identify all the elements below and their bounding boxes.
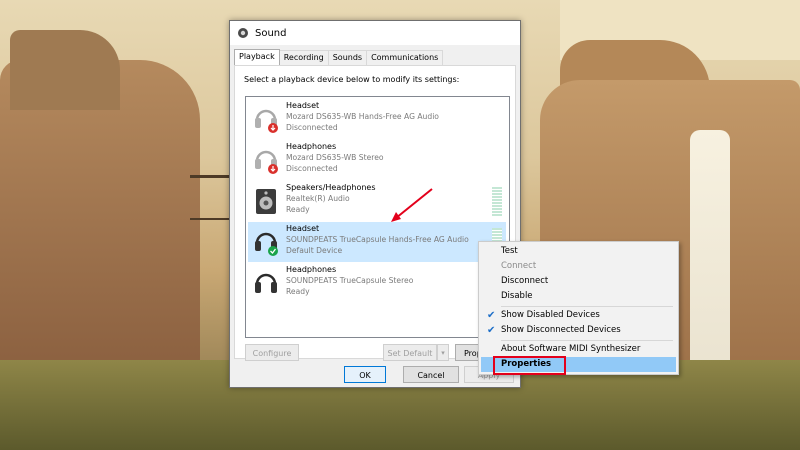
- device-status: Disconnected: [286, 123, 338, 132]
- device-item[interactable]: Speakers/Headphones Realtek(R) Audio Rea…: [248, 181, 506, 221]
- window-title: Sound: [255, 27, 287, 39]
- checkmark-icon: ✔: [487, 310, 496, 321]
- configure-button[interactable]: Configure: [245, 344, 299, 361]
- menu-separator: [501, 306, 673, 307]
- menu-item-about-midi[interactable]: About Software MIDI Synthesizer: [481, 342, 676, 357]
- menu-item-disconnect[interactable]: Disconnect: [481, 274, 676, 289]
- title-bar[interactable]: Sound: [230, 21, 520, 45]
- wallpaper-cliff-top: [10, 30, 120, 110]
- wallpaper-bridge: [190, 175, 230, 220]
- headphones-icon: [255, 273, 277, 293]
- menu-item-show-disconnected-devices[interactable]: ✔ Show Disconnected Devices: [481, 323, 676, 338]
- device-name: Headset: [286, 101, 320, 110]
- device-name: Headphones: [286, 265, 337, 274]
- set-default-dropdown-arrow[interactable]: ▾: [437, 344, 449, 361]
- menu-item-test[interactable]: Test: [481, 244, 676, 259]
- tab-communications[interactable]: Communications: [366, 50, 444, 65]
- device-name: Headphones: [286, 142, 337, 151]
- tab-strip: Playback Recording Sounds Communications: [234, 49, 444, 66]
- device-item[interactable]: Headphones SOUNDPEATS TrueCapsule Stereo…: [248, 263, 506, 303]
- device-item-selected[interactable]: Headset SOUNDPEATS TrueCapsule Hands-Fre…: [248, 222, 506, 262]
- headset-default-icon: [255, 232, 278, 256]
- tab-recording[interactable]: Recording: [278, 50, 329, 65]
- device-name: Speakers/Headphones: [286, 183, 376, 192]
- menu-separator: [501, 340, 673, 341]
- context-menu: Test Connect Disconnect Disable ✔ Show D…: [478, 241, 679, 375]
- headphones-disconnected-icon: [255, 150, 278, 174]
- device-status: Ready: [286, 205, 310, 214]
- cancel-button[interactable]: Cancel: [403, 366, 459, 383]
- annotation-highlight-box: [493, 356, 566, 375]
- device-status: Disconnected: [286, 164, 338, 173]
- device-item[interactable]: Headset Mozard DS635-WB Hands-Free AG Au…: [248, 99, 506, 139]
- menu-item-show-disabled-devices[interactable]: ✔ Show Disabled Devices: [481, 308, 676, 323]
- device-description: SOUNDPEATS TrueCapsule Hands-Free AG Aud…: [286, 235, 469, 244]
- device-item[interactable]: Headphones Mozard DS635-WB Stereo Discon…: [248, 140, 506, 180]
- checkmark-icon: ✔: [487, 325, 496, 336]
- instruction-text: Select a playback device below to modify…: [244, 75, 460, 84]
- speaker-app-icon: [238, 28, 248, 38]
- headset-disconnected-icon: [255, 109, 278, 133]
- device-name: Headset: [286, 224, 320, 233]
- device-description: Realtek(R) Audio: [286, 194, 350, 203]
- wallpaper-waterfall: [690, 130, 730, 390]
- playback-panel: Select a playback device below to modify…: [234, 65, 516, 361]
- tab-playback[interactable]: Playback: [234, 49, 280, 66]
- device-description: Mozard DS635-WB Stereo: [286, 153, 384, 162]
- device-description: SOUNDPEATS TrueCapsule Stereo: [286, 276, 414, 285]
- set-default-button[interactable]: Set Default: [383, 344, 437, 361]
- device-list[interactable]: Headset Mozard DS635-WB Hands-Free AG Au…: [245, 96, 510, 338]
- annotation-arrow-icon: [391, 188, 433, 222]
- tab-sounds[interactable]: Sounds: [327, 50, 368, 65]
- device-status: Default Device: [286, 246, 343, 255]
- speaker-icon: [256, 189, 276, 214]
- device-description: Mozard DS635-WB Hands-Free AG Audio: [286, 112, 439, 121]
- menu-item-disable[interactable]: Disable: [481, 289, 676, 304]
- device-status: Ready: [286, 287, 310, 296]
- menu-item-connect[interactable]: Connect: [481, 259, 676, 274]
- ok-button[interactable]: OK: [344, 366, 386, 383]
- volume-meter: [492, 187, 502, 217]
